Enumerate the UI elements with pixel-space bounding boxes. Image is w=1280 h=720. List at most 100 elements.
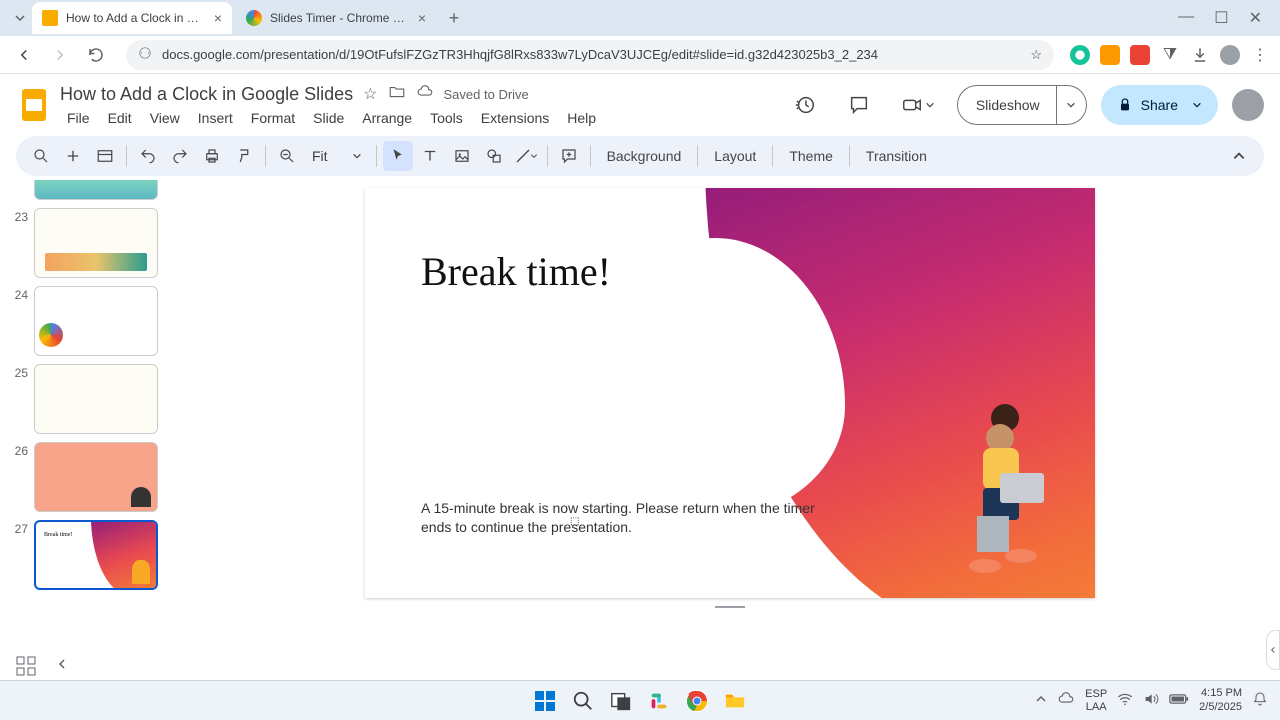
keyboard-lang-1[interactable]: ESP [1085, 688, 1107, 700]
transition-menu[interactable]: Transition [856, 148, 937, 164]
forward-button[interactable] [46, 41, 74, 69]
menu-edit[interactable]: Edit [101, 108, 139, 128]
line-tool-icon[interactable] [511, 141, 541, 171]
notes-resize-handle[interactable] [715, 606, 745, 608]
volume-tray-icon[interactable] [1143, 691, 1159, 710]
new-slide-icon[interactable] [58, 141, 88, 171]
close-icon[interactable]: ✕ [1249, 8, 1262, 28]
image-tool-icon[interactable] [447, 141, 477, 171]
menu-help[interactable]: Help [560, 108, 603, 128]
tray-expand-icon[interactable] [1035, 693, 1047, 708]
reload-button[interactable] [82, 41, 110, 69]
thumbnail-row[interactable]: 26 [10, 442, 170, 512]
move-folder-icon[interactable] [388, 83, 406, 106]
zoom-dropdown[interactable]: Fit [304, 148, 370, 164]
slide-thumbnail[interactable] [34, 286, 158, 356]
extensions-puzzle-icon[interactable]: ⧩ [1160, 45, 1180, 65]
comment-tool-icon[interactable] [554, 141, 584, 171]
slide-canvas[interactable]: Break time! A 15-minute break is now sta… [365, 188, 1095, 598]
thumbnail-number: 24 [10, 288, 28, 302]
browser-tab-inactive[interactable]: Slides Timer - Chrome Web Sto × [236, 2, 436, 34]
slide-body-text[interactable]: A 15-minute break is now starting. Pleas… [421, 499, 821, 538]
print-icon[interactable] [197, 141, 227, 171]
file-explorer-icon[interactable] [720, 686, 750, 716]
explore-panel-toggle[interactable] [1266, 630, 1280, 670]
collapse-toolbar-icon[interactable] [1224, 141, 1254, 171]
undo-icon[interactable] [133, 141, 163, 171]
keyboard-lang-2[interactable]: LAA [1085, 701, 1107, 713]
slide-title-text[interactable]: Break time! [421, 248, 611, 295]
slideshow-button[interactable]: Slideshow [957, 85, 1057, 125]
comments-icon[interactable] [839, 85, 879, 125]
zoom-out-icon[interactable] [272, 141, 302, 171]
menu-tools[interactable]: Tools [423, 108, 470, 128]
grammarly-ext-icon[interactable] [1070, 45, 1090, 65]
chrome-taskbar-icon[interactable] [682, 686, 712, 716]
browser-menu-icon[interactable]: ⋮ [1250, 45, 1270, 65]
menu-extensions[interactable]: Extensions [474, 108, 556, 128]
ext-icon-red[interactable] [1130, 45, 1150, 65]
minimize-icon[interactable]: — [1178, 8, 1194, 28]
slack-taskbar-icon[interactable] [644, 686, 674, 716]
version-history-icon[interactable] [785, 85, 825, 125]
paint-format-icon[interactable] [229, 141, 259, 171]
onedrive-tray-icon[interactable] [1057, 690, 1075, 711]
menu-file[interactable]: File [60, 108, 97, 128]
task-view-icon[interactable] [606, 686, 636, 716]
thumbnail-row[interactable]: 24 [10, 286, 170, 356]
site-info-icon[interactable] [138, 46, 152, 63]
slide-thumbnail[interactable] [34, 442, 158, 512]
thumbnail-row[interactable] [10, 180, 170, 200]
menu-insert[interactable]: Insert [191, 108, 240, 128]
menu-view[interactable]: View [143, 108, 187, 128]
menu-arrange[interactable]: Arrange [355, 108, 419, 128]
slideshow-dropdown[interactable] [1057, 85, 1087, 125]
tab-close-icon[interactable]: × [214, 10, 222, 26]
bookmark-star-icon[interactable]: ☆ [1030, 47, 1042, 63]
slides-logo-icon[interactable] [16, 87, 52, 123]
amazon-ext-icon[interactable] [1100, 45, 1120, 65]
browser-profile-avatar[interactable] [1220, 45, 1240, 65]
back-button[interactable] [10, 41, 38, 69]
menu-slide[interactable]: Slide [306, 108, 351, 128]
search-menus-icon[interactable] [26, 141, 56, 171]
theme-menu[interactable]: Theme [779, 148, 843, 164]
collapse-thumbnails-icon[interactable] [56, 657, 68, 675]
url-bar[interactable]: docs.google.com/presentation/d/19OtFufsl… [126, 40, 1054, 70]
system-clock[interactable]: 4:15 PM 2/5/2025 [1199, 687, 1242, 713]
search-icon[interactable] [568, 686, 598, 716]
new-slide-layout-icon[interactable] [90, 141, 120, 171]
share-button[interactable]: Share [1101, 85, 1218, 125]
redo-icon[interactable] [165, 141, 195, 171]
layout-menu[interactable]: Layout [704, 148, 766, 164]
slide-thumbnail[interactable] [34, 364, 158, 434]
meet-camera-icon[interactable] [893, 85, 943, 125]
tab-close-icon[interactable]: × [418, 10, 426, 26]
background-menu[interactable]: Background [597, 148, 692, 164]
slide-thumbnail-selected[interactable]: Break time! [34, 520, 158, 590]
maximize-icon[interactable]: ☐ [1214, 8, 1228, 28]
battery-tray-icon[interactable] [1169, 692, 1189, 709]
slide-thumbnail[interactable] [34, 180, 158, 200]
select-tool-icon[interactable] [383, 141, 413, 171]
menu-format[interactable]: Format [244, 108, 302, 128]
cloud-saved-icon[interactable] [416, 83, 434, 106]
grid-view-icon[interactable] [16, 656, 36, 676]
browser-tab-active[interactable]: How to Add a Clock in Google × [32, 2, 232, 34]
thumbnail-row[interactable]: 27 Break time! [10, 520, 170, 590]
star-icon[interactable]: ☆ [363, 84, 377, 104]
shape-tool-icon[interactable] [479, 141, 509, 171]
downloads-icon[interactable] [1190, 45, 1210, 65]
notifications-tray-icon[interactable] [1252, 691, 1268, 710]
profile-avatar[interactable] [1232, 89, 1264, 121]
start-menu-icon[interactable] [530, 686, 560, 716]
wifi-tray-icon[interactable] [1117, 691, 1133, 710]
slide-thumbnail[interactable] [34, 208, 158, 278]
new-tab-button[interactable]: + [440, 4, 468, 32]
tab-search-dropdown[interactable] [8, 6, 32, 30]
textbox-tool-icon[interactable] [415, 141, 445, 171]
document-title[interactable]: How to Add a Clock in Google Slides [60, 84, 353, 105]
thumbnail-number: 27 [10, 522, 28, 536]
thumbnail-row[interactable]: 25 [10, 364, 170, 434]
thumbnail-row[interactable]: 23 [10, 208, 170, 278]
